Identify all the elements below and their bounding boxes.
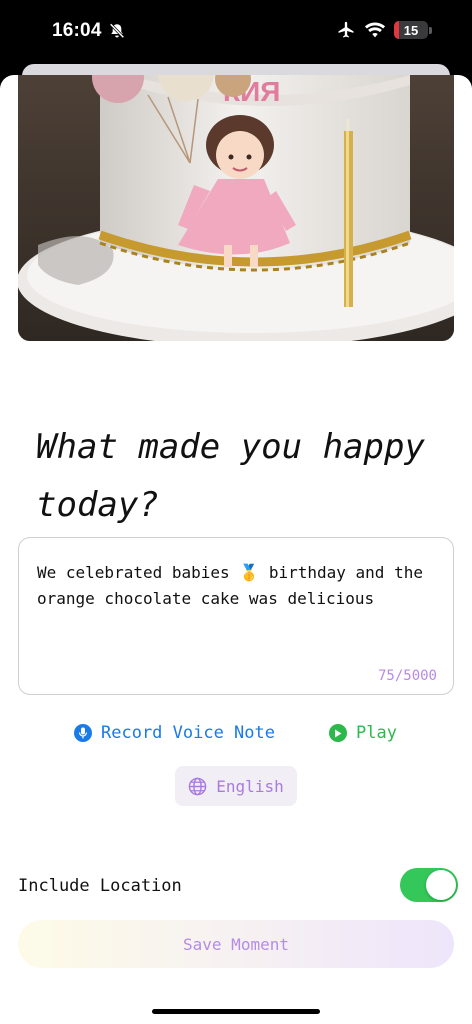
photo-birthday-cake: КИЯ: [18, 75, 454, 341]
language-label: English: [216, 776, 284, 796]
entry-text: We celebrated babies 🥇 birthday and the …: [37, 563, 433, 608]
play-label: Play: [356, 723, 397, 743]
microphone-icon: [74, 724, 92, 742]
toggle-knob: [426, 870, 456, 900]
moment-sheet: КИЯ What made you happy today? We celebr…: [0, 75, 472, 1024]
record-voice-note-label: Record Voice Note: [101, 723, 275, 743]
home-indicator: [152, 1009, 320, 1014]
globe-icon: [188, 777, 207, 795]
bell-slash-icon: [109, 23, 125, 39]
char-count: 75/5000: [377, 668, 437, 684]
status-indicators: 15: [336, 20, 432, 40]
include-location-label: Include Location: [18, 876, 182, 896]
language-button[interactable]: English: [175, 766, 297, 806]
wifi-icon: [364, 22, 386, 38]
record-voice-note-button[interactable]: Record Voice Note: [74, 723, 275, 743]
moment-photo[interactable]: КИЯ: [18, 75, 454, 341]
include-location-row: Include Location: [18, 868, 458, 904]
save-moment-label: Save Moment: [183, 934, 289, 954]
battery-icon: 15: [394, 21, 432, 39]
airplane-icon: [338, 21, 354, 38]
save-moment-button[interactable]: Save Moment: [18, 920, 454, 968]
play-button[interactable]: Play: [329, 723, 397, 743]
play-circle-icon: [329, 724, 347, 742]
prompt-question: What made you happy today?: [36, 427, 425, 525]
entry-text-area[interactable]: We celebrated babies 🥇 birthday and the …: [18, 537, 454, 695]
include-location-toggle[interactable]: [400, 868, 458, 902]
battery-percent: 15: [403, 22, 419, 38]
voice-actions: Record Voice Note Play: [0, 723, 472, 747]
status-bar: 16:04 15: [0, 0, 472, 64]
status-time: 16:04: [52, 20, 102, 41]
